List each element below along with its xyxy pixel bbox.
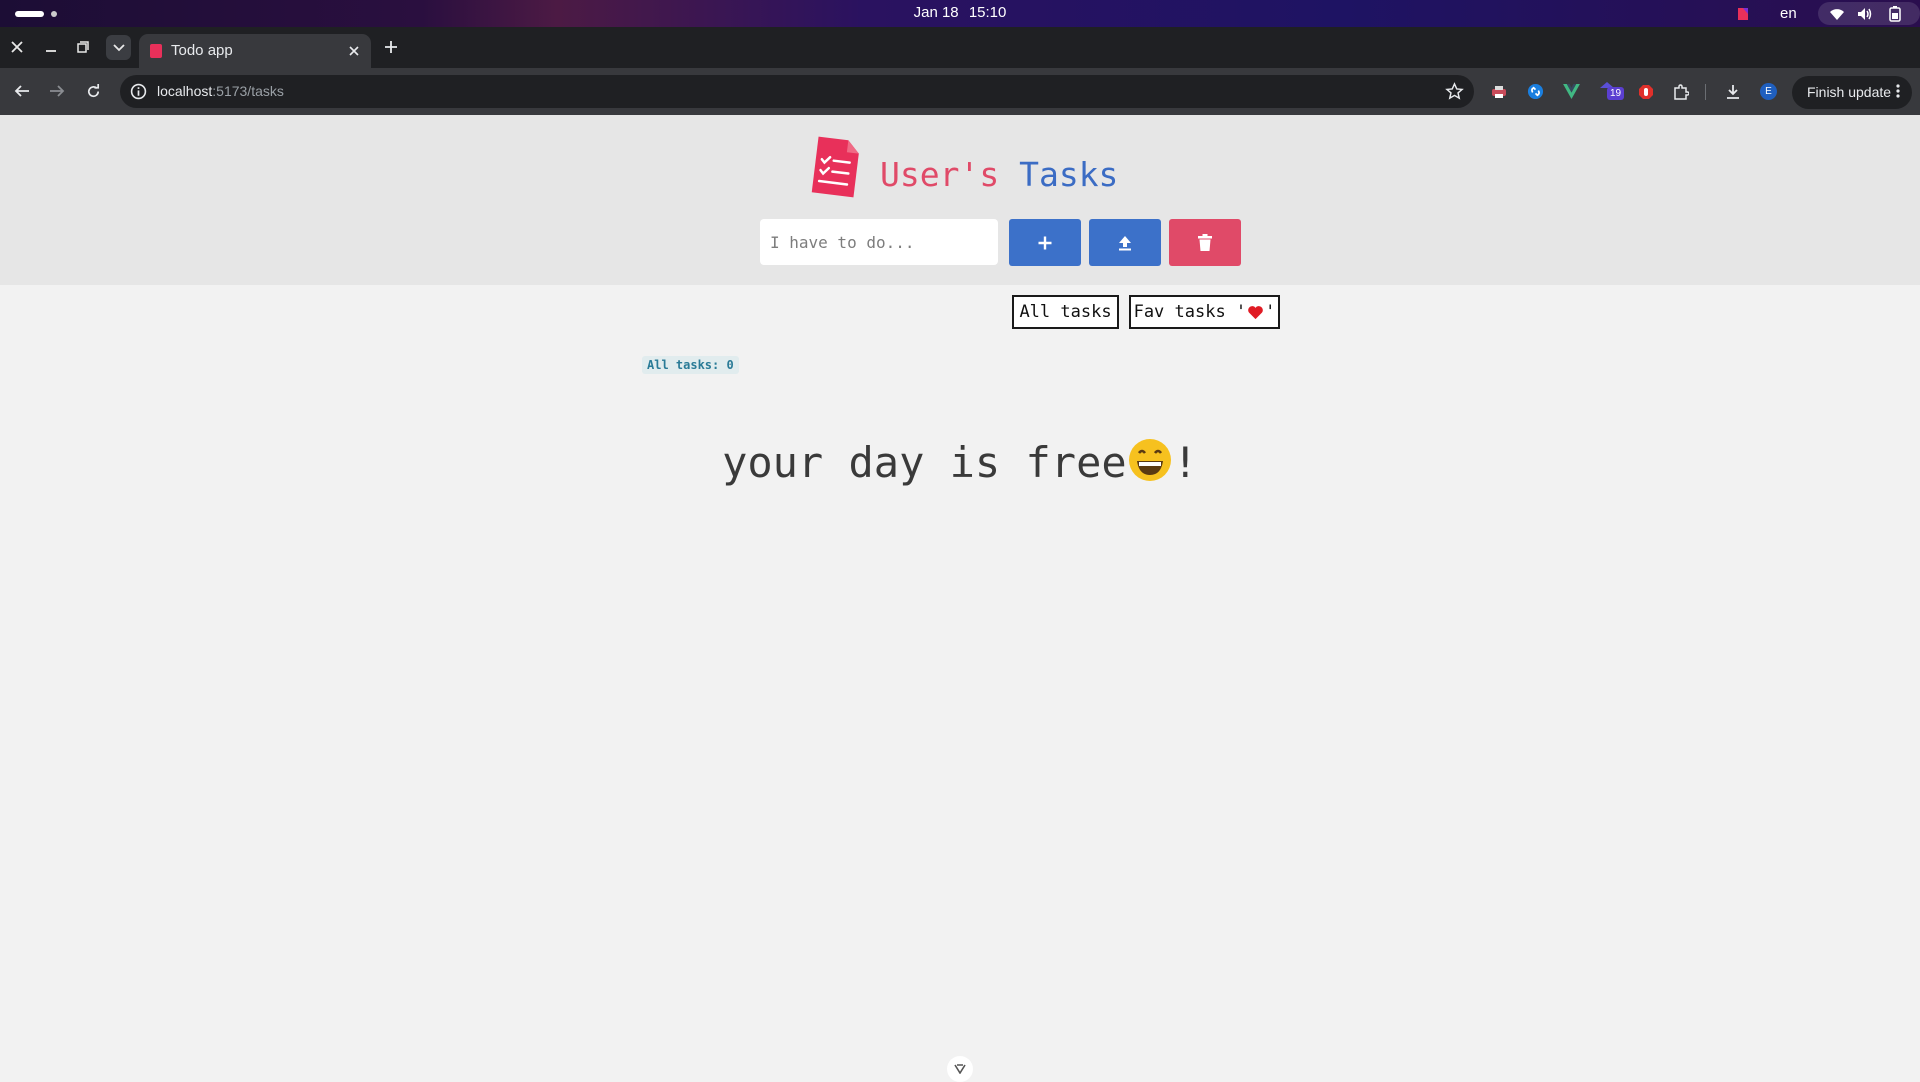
language-indicator[interactable]: en [1780, 5, 1797, 22]
page-content: User's Tasks All tasks Fav tasks ' ' All… [0, 115, 1920, 1082]
heart-icon [1248, 305, 1263, 319]
system-time: 15:10 [968, 4, 1007, 21]
tab-all-tasks[interactable]: All tasks [1012, 295, 1119, 329]
scroll-down-indicator[interactable] [947, 1056, 973, 1082]
reload-icon[interactable] [83, 81, 103, 101]
empty-state-suffix: ! [1172, 438, 1198, 487]
tab-search-button[interactable] [106, 35, 131, 60]
extension-badge-icon[interactable]: 19 [1600, 82, 1626, 101]
upload-icon [1119, 235, 1131, 250]
back-arrow-icon[interactable] [12, 81, 32, 101]
system-clock[interactable]: Jan 18 15:10 [0, 4, 1920, 21]
minimize-window-icon[interactable] [41, 37, 61, 57]
finish-update-label: Finish update [1807, 84, 1892, 100]
battery-icon [1886, 5, 1904, 22]
address-bar[interactable]: localhost:5173/tasks [120, 75, 1474, 108]
extension-badge-count: 19 [1607, 87, 1625, 100]
menu-dots-icon [1896, 84, 1900, 98]
wifi-icon [1828, 5, 1846, 22]
volume-icon [1856, 5, 1874, 22]
tab-fav-tasks[interactable]: Fav tasks ' ' [1129, 295, 1280, 329]
delete-all-button[interactable] [1169, 219, 1241, 266]
forward-arrow-icon[interactable] [47, 81, 67, 101]
app-header: User's Tasks [0, 115, 1920, 285]
tab-favicon-icon [150, 44, 162, 58]
title-part-tasks: Tasks [999, 155, 1119, 194]
empty-state-message: your day is free! [0, 437, 1920, 487]
new-tab-plus-icon[interactable] [382, 38, 400, 56]
restore-window-icon[interactable] [73, 37, 93, 57]
empty-state-text: your day is free [722, 438, 1127, 487]
url-host: localhost [157, 83, 213, 99]
profile-avatar[interactable]: E [1759, 82, 1778, 101]
grinning-face-emoji-icon [1127, 437, 1173, 483]
app-indicator-icon[interactable] [1734, 5, 1752, 22]
site-info-icon[interactable] [130, 83, 147, 100]
tab-title: Todo app [171, 42, 233, 59]
extension-vue-icon[interactable] [1562, 82, 1581, 101]
chevron-down-icon [954, 1064, 966, 1074]
toolbar-divider [1705, 84, 1706, 100]
close-window-icon[interactable] [7, 37, 27, 57]
extensions-puzzle-icon[interactable] [1671, 82, 1690, 101]
browser-tab-bar: Todo app [0, 27, 1920, 68]
tasks-count-badge: All tasks: 0 [642, 356, 739, 374]
new-task-input[interactable] [760, 219, 998, 265]
system-top-bar: Jan 18 15:10 en [0, 0, 1920, 27]
extension-shazam-icon[interactable] [1526, 82, 1545, 101]
system-date: Jan 18 [913, 4, 959, 21]
url-path: :5173/tasks [212, 83, 284, 99]
downloads-icon[interactable] [1723, 82, 1742, 101]
plus-icon [1038, 236, 1052, 249]
fav-label-prefix: Fav tasks ' [1133, 302, 1247, 322]
trash-icon [1198, 234, 1212, 251]
upload-tasks-button[interactable] [1089, 219, 1161, 266]
browser-toolbar: localhost:5173/tasks 19 E Finish update [0, 68, 1920, 116]
extension-printer-icon[interactable] [1489, 82, 1508, 101]
profile-initial: E [1760, 83, 1777, 100]
extension-adblock-icon[interactable] [1636, 82, 1655, 101]
finish-update-button[interactable]: Finish update [1792, 76, 1912, 109]
add-task-button[interactable] [1009, 219, 1081, 266]
fav-label-suffix: ' [1265, 302, 1276, 322]
title-part-users: User's [880, 155, 1000, 194]
chevron-down-icon [112, 43, 125, 51]
page-title: User's Tasks [880, 155, 1118, 194]
tab-todo-app[interactable]: Todo app [139, 34, 371, 68]
bookmark-star-icon[interactable] [1445, 82, 1464, 101]
url-text[interactable]: localhost:5173/tasks [157, 83, 284, 99]
todo-list-logo-icon [811, 136, 859, 198]
tab-close-icon[interactable] [346, 43, 362, 59]
